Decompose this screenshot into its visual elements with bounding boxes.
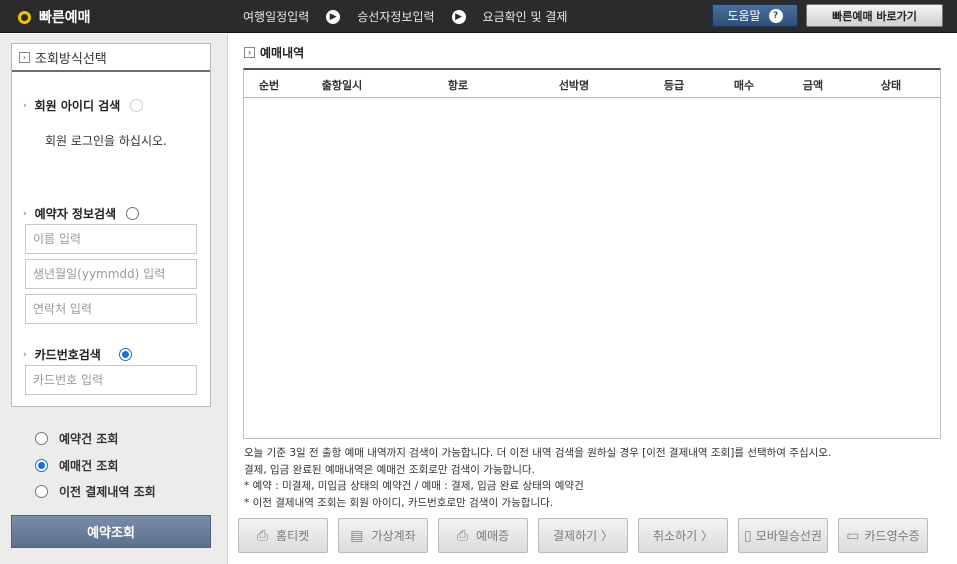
booker-search-radio[interactable] (126, 207, 140, 220)
column-status: 상태 (880, 79, 902, 92)
name-input[interactable] (25, 224, 197, 254)
option-purchase[interactable]: 예매건 조회 (35, 457, 118, 474)
chevron-right-icon: ▶ (326, 9, 341, 24)
search-method-panel: › 조회방식선택 › 회원 아이디 검색 회원 로그인을 하십시오. › 예약자… (11, 43, 211, 407)
monitor-icon: ▤ (350, 527, 364, 544)
member-search-label: 회원 아이디 검색 (34, 99, 121, 113)
card-search-radio[interactable] (118, 348, 132, 361)
column-route: 항로 (447, 79, 469, 92)
page-title-text: 예매내역 (260, 46, 305, 60)
option-history[interactable]: 이전 결제내역 조회 (35, 483, 156, 500)
circle-icon (18, 10, 31, 24)
step-1: 여행일정입력 (243, 10, 310, 24)
card-receipt-button[interactable]: ▭ 카드영수증 (838, 518, 928, 553)
printer-icon: ⎙ (456, 527, 469, 544)
receipt-label: 예매증 (476, 529, 510, 543)
card-number-input[interactable] (25, 365, 197, 395)
mobile-ticket-label: 모바일승선권 (755, 529, 822, 543)
chevron-right-icon: › (19, 51, 30, 63)
table-header: 순번 출항일시 항로 선박명 등급 매수 금액 상태 (244, 70, 940, 98)
notice-line-3: * 예약 : 미결제, 미입금 상태의 예약건 / 예매 : 결제, 입금 완료… (244, 480, 584, 492)
option-reservation-label: 예약건 조회 (59, 432, 119, 446)
search-button[interactable]: 예약조회 (11, 515, 211, 548)
login-message: 회원 로그인을 하십시오. (45, 134, 167, 148)
column-grade: 등급 (663, 79, 685, 92)
brand-title: 빠른예매 (39, 10, 91, 26)
booker-search-label: 예약자 정보검색 (34, 207, 117, 221)
top-bar: 빠른예매 여행일정입력 ▶ 승선자정보입력 ▶ 요금확인 및 결제 도움말 ? … (0, 0, 957, 33)
notice-text: 오늘 기준 3일 전 출항 예매 내역까지 검색이 가능합니다. 더 이전 내역… (244, 445, 831, 511)
step-3: 요금확인 및 결제 (482, 10, 568, 24)
option-purchase-label: 예매건 조회 (59, 459, 119, 473)
column-departure: 출항일시 (321, 79, 363, 92)
notice-line-4: * 이전 결제내역 조회는 회원 아이디, 카드번호로만 검색이 가능합니다. (244, 496, 554, 509)
birthdate-input[interactable] (25, 259, 197, 289)
chevron-right-icon: › (244, 47, 255, 58)
pay-button[interactable]: 결제하기 〉 (538, 518, 628, 553)
action-bar: ⎙ 홈티켓 ▤ 가상계좌 ⎙ 예매증 결제하기 〉 취소하기 〉 ▯ 모바일승선… (238, 518, 928, 553)
option-history-radio[interactable] (35, 485, 48, 498)
chevron-right-icon: › (23, 349, 27, 360)
column-amount: 금액 (802, 79, 824, 92)
page-title: › 예매내역 (244, 44, 304, 61)
column-count: 매수 (733, 79, 755, 92)
chevron-right-icon: › (23, 208, 27, 219)
virtual-account-button[interactable]: ▤ 가상계좌 (338, 518, 428, 553)
step-2: 승선자정보입력 (357, 10, 435, 24)
card-icon: ▭ (846, 527, 860, 544)
option-history-label: 이전 결제내역 조회 (59, 485, 156, 499)
member-search-radio[interactable] (130, 99, 144, 112)
sidebar: › 조회방식선택 › 회원 아이디 검색 회원 로그인을 하십시오. › 예약자… (0, 34, 228, 564)
home-ticket-button[interactable]: ⎙ 홈티켓 (238, 518, 328, 553)
cancel-button[interactable]: 취소하기 〉 (638, 518, 728, 553)
search-method-title: 조회방식선택 (35, 51, 107, 67)
chevron-right-icon: › (23, 100, 27, 111)
search-method-header: › 조회방식선택 (12, 44, 210, 72)
option-reservation[interactable]: 예약건 조회 (35, 430, 118, 447)
printer-icon: ⎙ (256, 527, 269, 544)
home-ticket-label: 홈티켓 (276, 529, 310, 543)
receipt-button[interactable]: ⎙ 예매증 (438, 518, 528, 553)
column-seq: 순번 (258, 79, 280, 92)
help-button-label: 도움말 (727, 9, 761, 23)
notice-line-2: 결제, 입금 완료된 예매내역은 예매건 조회로만 검색이 가능합니다. (244, 463, 535, 476)
virtual-account-label: 가상계좌 (371, 529, 416, 543)
mobile-ticket-button[interactable]: ▯ 모바일승선권 (738, 518, 828, 553)
column-ship: 선박명 (558, 79, 590, 92)
card-search-label: 카드번호검색 (34, 348, 101, 362)
booker-search-section: › 예약자 정보검색 (23, 205, 140, 222)
step-indicator: 여행일정입력 ▶ 승선자정보입력 ▶ 요금확인 및 결제 (243, 8, 567, 25)
help-button[interactable]: 도움말 ? (712, 4, 798, 27)
mobile-icon: ▯ (744, 527, 752, 544)
member-search-section: › 회원 아이디 검색 (23, 97, 144, 114)
phone-input[interactable] (25, 294, 197, 324)
option-purchase-radio[interactable] (35, 459, 48, 472)
notice-line-1: 오늘 기준 3일 전 출항 예매 내역까지 검색이 가능합니다. 더 이전 내역… (244, 447, 832, 459)
brand: 빠른예매 (18, 7, 91, 27)
chevron-right-icon: ▶ (451, 9, 466, 24)
option-reservation-radio[interactable] (35, 432, 48, 445)
booking-table: 순번 출항일시 항로 선박명 등급 매수 금액 상태 (243, 68, 941, 439)
question-icon: ? (768, 8, 783, 23)
quick-booking-button[interactable]: 빠른예매 바로가기 (806, 4, 943, 27)
card-search-section: › 카드번호검색 (23, 346, 132, 363)
card-receipt-label: 카드영수증 (864, 529, 920, 543)
